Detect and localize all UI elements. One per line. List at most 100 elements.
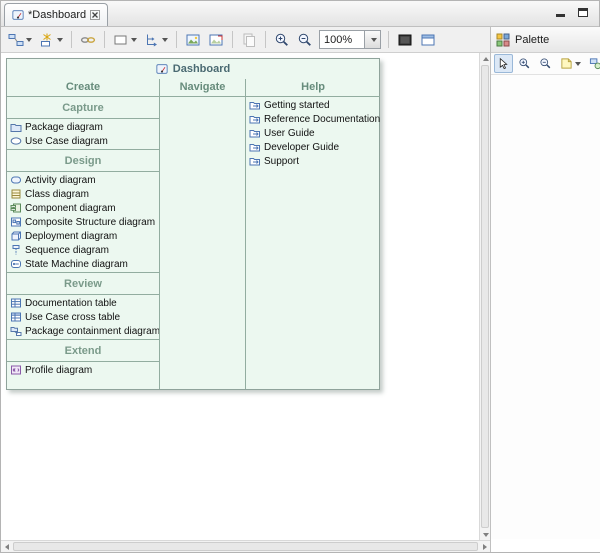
editor-tab-strip: *Dashboard <box>1 1 599 27</box>
package-containment-diagram-icon <box>10 325 22 337</box>
dropdown-arrow-icon <box>575 62 581 66</box>
dashboard-item-label: Developer Guide <box>264 142 339 153</box>
dashboard-panel: Dashboard Create Capture Package d <box>6 58 380 390</box>
capture-items: Package diagram Use Case diagram <box>7 119 159 149</box>
diagram-window-icon <box>420 32 436 48</box>
open-folder-icon <box>249 99 261 111</box>
dashboard-item-support[interactable]: Support <box>246 154 380 168</box>
navigate-header: Navigate <box>160 79 245 97</box>
shape-dropdown-button[interactable] <box>110 29 140 50</box>
palette-icon <box>496 33 510 47</box>
dashboard-item-package-containment-diagram[interactable]: Package containment diagram <box>7 324 159 338</box>
import-image-icon <box>208 32 224 48</box>
dashboard-item-label: Profile diagram <box>25 365 92 376</box>
import-image-button[interactable] <box>205 29 227 50</box>
hyperlink-button[interactable] <box>77 29 99 50</box>
dashboard-title-row: Dashboard <box>7 59 379 79</box>
dashboard-item-composite-structure-diagram[interactable]: Composite Structure diagram <box>7 215 159 229</box>
dashboard-item-label: Sequence diagram <box>25 245 109 256</box>
dashboard-item-state-machine-diagram[interactable]: State Machine diagram <box>7 257 159 271</box>
zoom-out-icon <box>539 57 552 70</box>
review-header: Review <box>7 272 159 295</box>
palette-panel: Palette <box>491 27 600 552</box>
dashboard-item-label: User Guide <box>264 128 315 139</box>
dashboard-item-developer-guide[interactable]: Developer Guide <box>246 140 380 154</box>
help-header: Help <box>246 79 380 97</box>
design-items: Activity diagram Class diagram Component… <box>7 172 159 272</box>
palette-title: Palette <box>515 34 600 46</box>
hyperlink-icon <box>80 32 96 48</box>
horizontal-scrollbar[interactable] <box>1 540 490 552</box>
dashboard-item-label: State Machine diagram <box>25 259 128 270</box>
zoom-out-button[interactable] <box>294 29 316 50</box>
application-window: *Dashboard <box>0 0 600 553</box>
shapes-icon <box>589 57 600 70</box>
palette-note-tool[interactable] <box>557 54 584 73</box>
vertical-scrollbar-thumb[interactable] <box>481 65 489 528</box>
maximize-button[interactable] <box>576 6 589 17</box>
tab-dashboard[interactable]: *Dashboard <box>4 3 108 26</box>
dashboard-item-reference-documentation[interactable]: Reference Documentation <box>246 112 380 126</box>
tab-close-icon[interactable] <box>90 10 100 20</box>
cursor-icon <box>497 57 510 70</box>
palette-zoom-in-tool[interactable] <box>515 54 534 73</box>
console-view-button[interactable] <box>394 29 416 50</box>
dashboard-item-deployment-diagram[interactable]: Deployment diagram <box>7 229 159 243</box>
dashboard-item-label: Reference Documentation <box>264 114 380 125</box>
zoom-level-dropdown-button[interactable] <box>365 30 381 49</box>
scroll-right-button[interactable] <box>479 541 490 552</box>
dashboard-item-user-guide[interactable]: User Guide <box>246 126 380 140</box>
dropdown-arrow-icon <box>371 38 377 42</box>
open-folder-icon <box>249 113 261 125</box>
dashboard-item-use-case-cross-table[interactable]: Use Case cross table <box>7 310 159 324</box>
dashboard-title: Dashboard <box>173 63 230 75</box>
deployment-diagram-icon <box>10 230 22 242</box>
dashboard-column-create: Create Capture Package diagram <box>7 79 159 389</box>
export-image-icon <box>185 32 201 48</box>
class-diagram-icon <box>10 188 22 200</box>
create-header: Create <box>7 79 159 97</box>
dashboard-item-label: Package diagram <box>25 122 103 133</box>
dashboard-item-label: Getting started <box>264 100 330 111</box>
dashboard-item-documentation-table[interactable]: Documentation table <box>7 296 159 310</box>
dashboard-item-package-diagram[interactable]: Package diagram <box>7 120 159 134</box>
dashboard-item-component-diagram[interactable]: Component diagram <box>7 201 159 215</box>
dashboard-item-label: Component diagram <box>25 203 116 214</box>
palette-zoom-out-tool[interactable] <box>536 54 555 73</box>
export-image-button[interactable] <box>182 29 204 50</box>
zoom-in-button[interactable] <box>271 29 293 50</box>
component-diagram-icon <box>10 202 22 214</box>
diagram-canvas[interactable]: Dashboard Create Capture Package d <box>1 53 479 540</box>
open-folder-icon <box>249 155 261 167</box>
palette-toolbar <box>491 53 600 75</box>
minimize-button[interactable] <box>554 6 567 17</box>
scroll-down-button[interactable] <box>480 529 491 540</box>
documentation-table-icon <box>10 297 22 309</box>
horizontal-scrollbar-thumb[interactable] <box>13 542 478 551</box>
dashboard-item-getting-started[interactable]: Getting started <box>246 98 380 112</box>
palette-header[interactable]: Palette <box>491 27 600 53</box>
palette-select-tool[interactable] <box>494 54 513 73</box>
dashboard-item-activity-diagram[interactable]: Activity diagram <box>7 173 159 187</box>
dashboard-item-use-case-diagram[interactable]: Use Case diagram <box>7 134 159 148</box>
dashboard-item-sequence-diagram[interactable]: Sequence diagram <box>7 243 159 257</box>
palette-body[interactable] <box>491 75 600 539</box>
dashboard-item-class-diagram[interactable]: Class diagram <box>7 187 159 201</box>
vertical-scrollbar[interactable] <box>479 53 490 540</box>
dashboard-column-navigate: Navigate <box>159 79 245 389</box>
dashboard-item-label: Class diagram <box>25 189 89 200</box>
scroll-left-button[interactable] <box>1 541 12 552</box>
zoom-level-value[interactable]: 100% <box>319 30 365 49</box>
palette-shapes-tool[interactable] <box>586 54 600 73</box>
design-header: Design <box>7 149 159 172</box>
arrange-dropdown-button[interactable] <box>141 29 171 50</box>
zoom-level-combo[interactable]: 100% <box>319 30 381 49</box>
dropdown-arrow-icon <box>131 38 137 42</box>
diagram-window-button[interactable] <box>417 29 439 50</box>
scroll-up-button[interactable] <box>480 53 491 64</box>
toolbar-separator <box>388 31 389 48</box>
copy-icon <box>241 32 257 48</box>
new-element-dropdown-button[interactable] <box>36 29 66 50</box>
new-diagram-dropdown-button[interactable] <box>5 29 35 50</box>
dashboard-item-profile-diagram[interactable]: Profile diagram <box>7 363 159 377</box>
